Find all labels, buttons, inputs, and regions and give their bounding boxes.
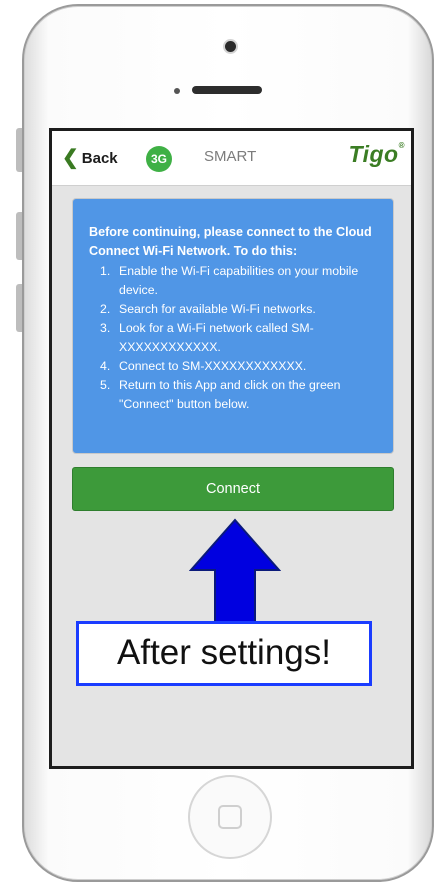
step-text: Search for available Wi-Fi networks. [119,302,316,316]
step-text: Enable the Wi-Fi capabilities on your mo… [119,264,359,297]
instructions-intro: Before continuing, please connect to the… [89,225,372,258]
connect-button[interactable]: Connect [72,467,394,511]
step-number: 4. [100,359,111,373]
step-text: Return to this App and click on the gree… [119,378,341,411]
navbar: ❮ Back 3G SMART Tigo® [52,131,411,186]
front-camera [225,41,236,52]
logo-text: Tigo [348,141,399,167]
network-badge: 3G [146,146,172,172]
step-text: Look for a Wi-Fi network called SM-XXXXX… [119,321,314,354]
step-number: 3. [100,321,111,335]
step-number: 5. [100,378,111,392]
volume-down-button [16,284,22,332]
chevron-left-icon: ❮ [62,147,79,169]
instruction-step: 4. Connect to SM-XXXXXXXXXXXX. [89,357,389,376]
home-square-icon [218,805,242,829]
back-label: Back [81,149,118,167]
home-button[interactable] [188,775,272,859]
instruction-step: 5. Return to this App and click on the gr… [89,376,389,414]
back-button[interactable]: ❮ Back [62,147,118,169]
step-number: 1. [100,264,111,278]
annotation-callout: After settings! [76,621,372,686]
tigo-logo: Tigo® [348,141,405,168]
registered-mark: ® [398,141,405,150]
instructions-panel: Before continuing, please connect to the… [72,198,394,454]
proximity-sensor [174,88,180,94]
arrow-up-icon [189,518,281,623]
instruction-step: 3. Look for a Wi-Fi network called SM-XXX… [89,319,389,357]
step-number: 2. [100,302,111,316]
volume-up-button [16,212,22,260]
earpiece-speaker [192,86,262,94]
instruction-step: 2. Search for available Wi-Fi networks. [89,300,389,319]
page-title: SMART [204,148,257,165]
instruction-step: 1. Enable the Wi-Fi capabilities on your … [89,262,389,300]
instructions-steps: 1. Enable the Wi-Fi capabilities on your … [89,262,389,414]
step-text: Connect to SM-XXXXXXXXXXXX. [119,359,307,373]
mute-switch [16,128,22,172]
